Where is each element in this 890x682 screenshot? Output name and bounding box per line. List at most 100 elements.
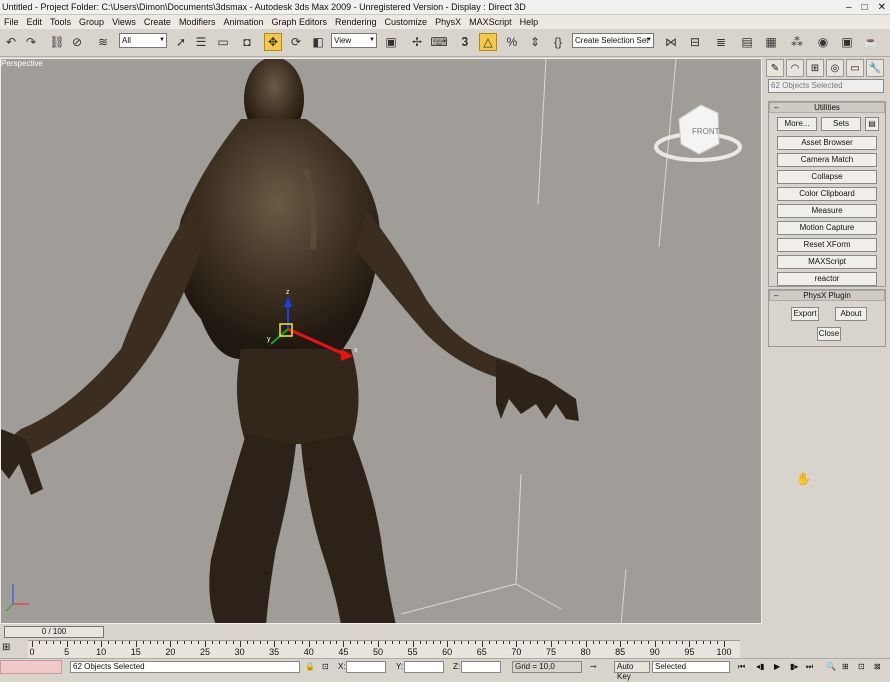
- reference-coord-dropdown[interactable]: View: [331, 33, 377, 48]
- undo-icon[interactable]: ↶: [2, 33, 20, 51]
- selection-name-field[interactable]: 62 Objects Selected: [768, 79, 884, 93]
- zoom-extents-icon[interactable]: ⊡: [858, 662, 865, 671]
- create-tab-icon[interactable]: ✎: [766, 59, 784, 77]
- viewcube[interactable]: FRONT: [654, 104, 742, 162]
- z-coordinate-field[interactable]: [461, 661, 501, 673]
- menu-customize[interactable]: Customize: [381, 15, 432, 29]
- creature-model[interactable]: [1, 59, 579, 624]
- configure-sets-icon[interactable]: ▤: [865, 117, 879, 131]
- collapse-button[interactable]: Collapse: [777, 170, 877, 184]
- physx-export-button[interactable]: Export: [791, 307, 819, 321]
- menu-edit[interactable]: Edit: [23, 15, 47, 29]
- window-crossing-icon[interactable]: ◘: [238, 33, 256, 51]
- sets-button[interactable]: Sets: [821, 117, 861, 131]
- x-coordinate-field[interactable]: [346, 661, 386, 673]
- named-selection-dropdown[interactable]: Create Selection Set: [572, 33, 654, 48]
- modify-tab-icon[interactable]: ◠: [786, 59, 804, 77]
- reset-xform-button[interactable]: Reset XForm: [777, 238, 877, 252]
- viewport-label[interactable]: Perspective: [1, 59, 43, 68]
- next-frame-icon[interactable]: ▮▸: [790, 662, 798, 671]
- go-to-start-icon[interactable]: ⏮: [738, 662, 745, 672]
- manipulate-icon[interactable]: ✢: [408, 33, 426, 51]
- lock-selection-icon[interactable]: 🔒: [305, 662, 315, 671]
- play-icon[interactable]: ▶: [774, 662, 780, 671]
- menu-modifiers[interactable]: Modifiers: [175, 15, 220, 29]
- timeline-ruler[interactable]: 0 5 10 15 20 25 30 35 40 45 50 55 60 65 70 75 80 85 90 95 10…: [28, 640, 740, 658]
- select-object-icon[interactable]: ➚: [172, 33, 190, 51]
- utilities-rollout-header[interactable]: – Utilities: [769, 102, 885, 113]
- select-and-link-icon[interactable]: ⛓: [48, 33, 66, 51]
- key-filter-dropdown[interactable]: Selected: [652, 661, 730, 673]
- menu-graph-editors[interactable]: Graph Editors: [267, 15, 331, 29]
- more-button[interactable]: More...: [777, 117, 817, 131]
- percent-snap-icon[interactable]: %: [503, 33, 521, 51]
- camera-match-button[interactable]: Camera Match: [777, 153, 877, 167]
- edit-named-sets-icon[interactable]: {}: [549, 33, 567, 51]
- menu-help[interactable]: Help: [516, 15, 543, 29]
- rectangular-selection-icon[interactable]: ▭: [214, 33, 232, 51]
- physx-about-button[interactable]: About: [835, 307, 867, 321]
- select-and-rotate-icon[interactable]: ⟳: [287, 33, 305, 51]
- y-coordinate-field[interactable]: [404, 661, 444, 673]
- utilities-tab-icon[interactable]: 🔧: [866, 59, 884, 77]
- align-icon[interactable]: ⊟: [686, 33, 704, 51]
- zoom-extents-all-icon[interactable]: ⊠: [874, 662, 881, 671]
- menu-create[interactable]: Create: [140, 15, 175, 29]
- minimize-icon[interactable]: –: [846, 0, 852, 15]
- motion-capture-button[interactable]: Motion Capture: [777, 221, 877, 235]
- menu-tools[interactable]: Tools: [46, 15, 75, 29]
- material-editor-icon[interactable]: ◉: [814, 33, 832, 51]
- measure-button[interactable]: Measure: [777, 204, 877, 218]
- timeline-tick: [405, 641, 407, 644]
- mini-curve-editor-icon[interactable]: ⊞: [2, 642, 10, 653]
- select-by-name-icon[interactable]: ☰: [192, 33, 210, 51]
- maxscript-button[interactable]: MAXScript: [777, 255, 877, 269]
- color-clipboard-button[interactable]: Color Clipboard: [777, 187, 877, 201]
- menu-views[interactable]: Views: [108, 15, 140, 29]
- menu-group[interactable]: Group: [75, 15, 108, 29]
- reactor-button[interactable]: reactor: [777, 272, 877, 286]
- time-slider[interactable]: 0 / 100: [4, 626, 104, 638]
- timeline-tick: [371, 641, 373, 644]
- zoom-icon[interactable]: 🔍: [826, 662, 836, 671]
- menu-file[interactable]: File: [0, 15, 23, 29]
- angle-snap-icon[interactable]: △: [479, 33, 497, 51]
- motion-tab-icon[interactable]: ◎: [826, 59, 844, 77]
- auto-key-button[interactable]: Auto Key: [614, 661, 650, 681]
- maxscript-listener-mini[interactable]: [0, 660, 62, 674]
- bind-space-warp-icon[interactable]: ≋: [94, 33, 112, 51]
- go-to-end-icon[interactable]: ⏭: [806, 662, 813, 672]
- select-and-scale-icon[interactable]: ◧: [309, 33, 327, 51]
- mirror-icon[interactable]: ⋈: [662, 33, 680, 51]
- graphite-modeling-icon[interactable]: ▤: [738, 33, 756, 51]
- layer-manager-icon[interactable]: ≣: [712, 33, 730, 51]
- display-tab-icon[interactable]: ▭: [846, 59, 864, 77]
- close-icon[interactable]: ✕: [878, 0, 886, 15]
- unlink-icon[interactable]: ⊘: [68, 33, 86, 51]
- schematic-view-icon[interactable]: ⁂: [788, 33, 806, 51]
- select-and-move-icon[interactable]: ✥: [264, 33, 282, 51]
- previous-frame-icon[interactable]: ◂▮: [756, 662, 764, 671]
- physx-close-button[interactable]: Close: [817, 327, 841, 341]
- maximize-icon[interactable]: □: [862, 0, 868, 15]
- menu-physx[interactable]: PhysX: [431, 15, 465, 29]
- curve-editor-icon[interactable]: ▦: [762, 33, 780, 51]
- key-mode-icon[interactable]: ⊸: [590, 662, 597, 671]
- redo-icon[interactable]: ↷: [22, 33, 40, 51]
- keyboard-shortcut-override-icon[interactable]: ⌨: [430, 33, 448, 51]
- absolute-mode-icon[interactable]: ⊡: [322, 662, 329, 671]
- zoom-all-icon[interactable]: ⊞: [842, 662, 849, 671]
- snaps-toggle-icon[interactable]: 𝟑: [456, 33, 474, 51]
- spinner-snap-icon[interactable]: ⇕: [526, 33, 544, 51]
- physx-rollout-header[interactable]: – PhysX Plugin: [769, 290, 885, 301]
- menu-maxscript[interactable]: MAXScript: [465, 15, 516, 29]
- render-icon[interactable]: ☕: [862, 33, 880, 51]
- use-pivot-center-icon[interactable]: ▣: [382, 33, 400, 51]
- hierarchy-tab-icon[interactable]: ⊞: [806, 59, 824, 77]
- menu-rendering[interactable]: Rendering: [331, 15, 381, 29]
- render-setup-icon[interactable]: ▣: [838, 33, 856, 51]
- menu-animation[interactable]: Animation: [219, 15, 267, 29]
- asset-browser-button[interactable]: Asset Browser: [777, 136, 877, 150]
- perspective-viewport[interactable]: Perspective z x y FRONT: [0, 58, 762, 624]
- selection-filter-dropdown[interactable]: All: [119, 33, 167, 48]
